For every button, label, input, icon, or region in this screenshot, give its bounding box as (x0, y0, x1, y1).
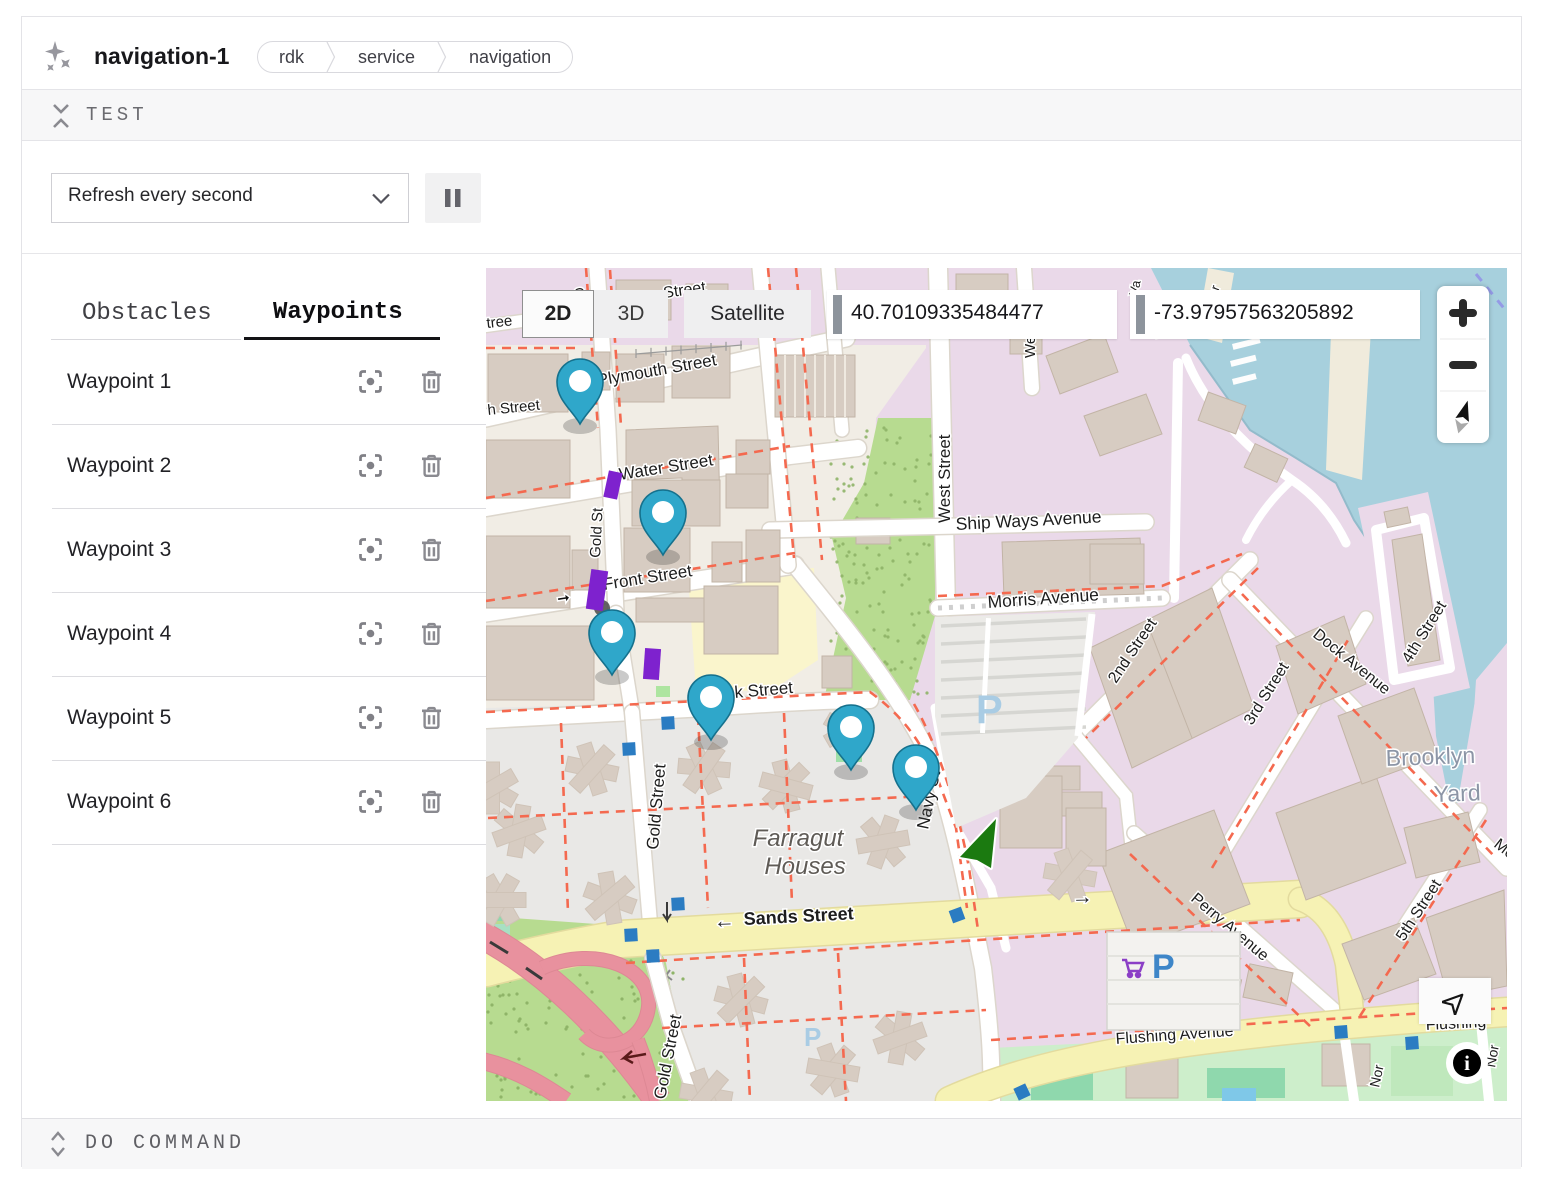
svg-text:tree: tree (486, 312, 513, 332)
svg-text:P: P (976, 688, 1003, 732)
svg-text:Gold St: Gold St (587, 507, 607, 559)
svg-text:←: ← (713, 909, 735, 933)
svg-text:Houses: Houses (764, 853, 845, 880)
svg-text:West Street: West Street (935, 434, 954, 523)
svg-text:Brooklyn: Brooklyn (1385, 742, 1475, 771)
svg-text:→: → (1071, 885, 1093, 909)
svg-text:➞: ➞ (556, 589, 571, 608)
svg-text:P: P (1152, 948, 1175, 986)
svg-text:Farragut: Farragut (753, 825, 845, 852)
svg-text:Yard: Yard (1433, 779, 1481, 807)
svg-text:P: P (804, 1022, 821, 1052)
